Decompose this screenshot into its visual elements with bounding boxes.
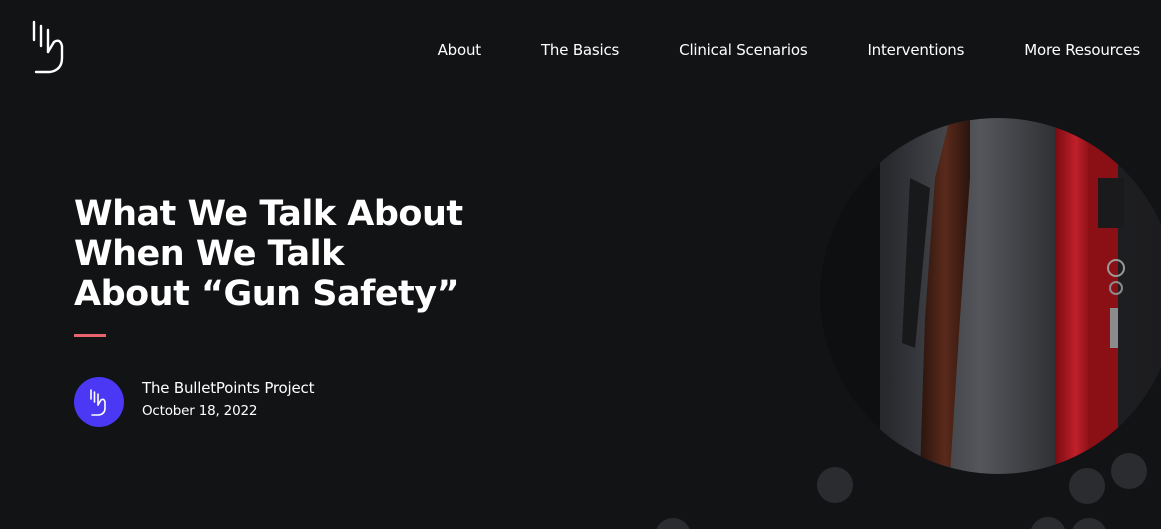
- bulletpoints-avatar-icon: [90, 389, 106, 416]
- publish-date: October 18, 2022: [142, 403, 258, 419]
- decor-dot: [1030, 517, 1066, 529]
- decor-dot: [1111, 453, 1147, 489]
- decor-dot: [1069, 468, 1105, 504]
- nav-interventions[interactable]: Interventions: [867, 40, 964, 60]
- decor-dot: [1071, 518, 1107, 529]
- decor-dot: [817, 467, 853, 503]
- title-line-2: When We Talk: [74, 234, 344, 274]
- author-avatar: [74, 377, 124, 427]
- title-accent-divider: [74, 334, 106, 337]
- site-logo[interactable]: [30, 18, 70, 74]
- nav-more-resources[interactable]: More Resources: [1024, 40, 1140, 60]
- author-name[interactable]: The BulletPoints Project: [142, 379, 314, 397]
- decor-dot: [655, 518, 691, 529]
- title-line-1: What We Talk About: [74, 194, 463, 234]
- title-line-3: About “Gun Safety”: [74, 274, 460, 314]
- hero-image-gun-safe: [820, 118, 1161, 474]
- page-title: What We Talk About When We Talk About “G…: [74, 194, 504, 314]
- nav-clinical-scenarios[interactable]: Clinical Scenarios: [679, 40, 807, 60]
- nav-about[interactable]: About: [438, 40, 482, 60]
- bulletpoints-logo-icon: [32, 20, 64, 74]
- main-nav: About The Basics Clinical Scenarios Inte…: [438, 40, 1141, 60]
- nav-the-basics[interactable]: The Basics: [541, 40, 619, 60]
